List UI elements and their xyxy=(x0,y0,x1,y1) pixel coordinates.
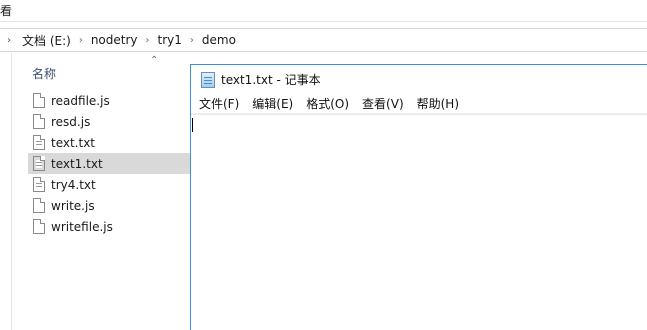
breadcrumb-item-nodetry[interactable]: nodetry xyxy=(87,33,142,47)
breadcrumb-item-demo[interactable]: demo xyxy=(198,33,240,47)
file-name: write.js xyxy=(51,198,95,213)
file-row[interactable]: text.txt xyxy=(28,132,206,153)
breadcrumb-item-try1[interactable]: try1 xyxy=(154,33,186,47)
chevron-right-icon[interactable]: › xyxy=(142,35,154,46)
file-row[interactable]: readfile.js xyxy=(28,90,206,111)
column-header-name[interactable]: 名称 xyxy=(32,65,56,82)
text-caret xyxy=(192,118,193,132)
sort-ascending-icon: ⌃ xyxy=(150,55,159,66)
menu-file[interactable]: 文件(F) xyxy=(195,95,243,112)
file-name: text.txt xyxy=(51,135,96,150)
text-file-icon xyxy=(33,135,45,150)
text-file-icon xyxy=(33,177,45,192)
window-title: text1.txt - 记事本 xyxy=(221,73,321,87)
js-file-icon xyxy=(33,219,45,234)
js-file-icon xyxy=(33,114,45,129)
file-name: readfile.js xyxy=(51,93,110,108)
file-row[interactable]: try4.txt xyxy=(28,174,206,195)
navigation-pane[interactable] xyxy=(0,53,12,330)
file-name: resd.js xyxy=(51,114,91,129)
ribbon-strip: 看 xyxy=(0,0,647,22)
notepad-icon xyxy=(201,71,215,88)
text-file-icon xyxy=(33,156,45,171)
file-row[interactable]: resd.js xyxy=(28,111,206,132)
chevron-right-icon[interactable]: › xyxy=(75,35,87,46)
ribbon-tab-view[interactable]: 看 xyxy=(0,2,12,20)
text-editor[interactable] xyxy=(191,114,647,330)
menu-format[interactable]: 格式(O) xyxy=(302,95,353,112)
file-name: text1.txt xyxy=(51,156,103,171)
file-row-selected[interactable]: text1.txt xyxy=(28,153,206,174)
js-file-icon xyxy=(33,198,45,213)
js-file-icon xyxy=(33,93,45,108)
file-name: writefile.js xyxy=(51,219,113,234)
address-bar[interactable]: › 文档 (E:) › nodetry › try1 › demo xyxy=(0,28,647,52)
chevron-right-icon[interactable]: › xyxy=(0,29,18,51)
menu-bar: 文件(F) 编辑(E) 格式(O) 查看(V) 帮助(H) xyxy=(191,94,647,114)
file-list: readfile.js resd.js text.txt text1.txt t… xyxy=(28,90,206,237)
file-name: try4.txt xyxy=(51,177,96,192)
notepad-window[interactable]: text1.txt - 记事本 文件(F) 编辑(E) 格式(O) 查看(V) … xyxy=(190,64,647,330)
menu-edit[interactable]: 编辑(E) xyxy=(248,95,297,112)
breadcrumb-item-drive[interactable]: 文档 (E:) xyxy=(18,32,75,49)
notepad-titlebar[interactable]: text1.txt - 记事本 xyxy=(191,65,647,94)
file-row[interactable]: write.js xyxy=(28,195,206,216)
menu-view[interactable]: 查看(V) xyxy=(358,95,408,112)
menu-help[interactable]: 帮助(H) xyxy=(413,95,463,112)
chevron-right-icon[interactable]: › xyxy=(186,35,198,46)
breadcrumb: 文档 (E:) › nodetry › try1 › demo xyxy=(18,32,240,49)
file-row[interactable]: writefile.js xyxy=(28,216,206,237)
